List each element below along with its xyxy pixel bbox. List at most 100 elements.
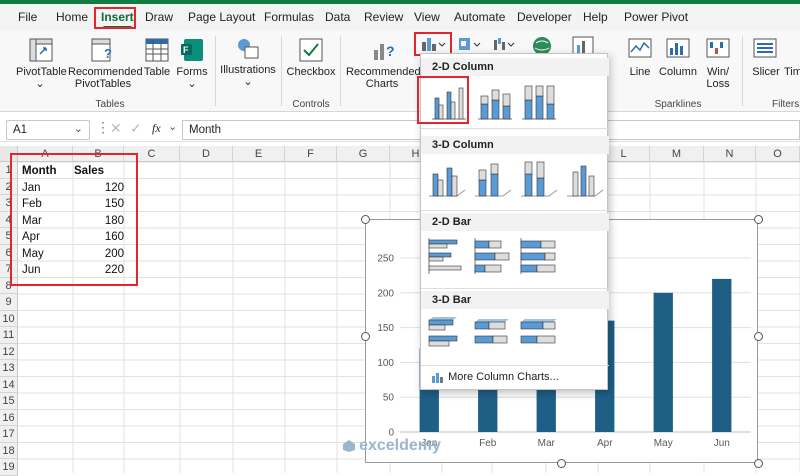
clustered-column-highlight [417, 76, 469, 124]
waterfall-chart-icon [494, 38, 515, 50]
3d-100-stacked-column-option[interactable] [519, 158, 559, 198]
3d-100-stacked-bar-option[interactable] [519, 314, 559, 354]
chart-resize-handle[interactable] [361, 332, 370, 341]
menu-draw[interactable]: Draw [145, 10, 173, 24]
recommended-charts-icon: ? [374, 43, 395, 60]
slicer-icon [753, 38, 777, 58]
insert-function-button[interactable]: fx [152, 121, 161, 136]
menu-view[interactable]: View [414, 10, 440, 24]
sparkline-line-icon [628, 38, 652, 58]
x-tick-label: Feb [479, 438, 497, 449]
menu-developer[interactable]: Developer [517, 10, 572, 24]
illustrations-icon [238, 39, 259, 59]
recommended-pivot-label-1: Recommended [68, 66, 143, 78]
name-box-chevron-icon[interactable]: ⌄ [74, 122, 83, 135]
100-stacked-column-option[interactable] [519, 82, 559, 122]
column-header[interactable]: D [180, 146, 233, 162]
recommended-pivot-label-2: PivotTables [74, 78, 132, 90]
dropdown-divider [421, 210, 609, 211]
recommended-charts-label-1: Recommended [346, 66, 421, 78]
x-tick-label: May [654, 438, 673, 449]
menu-review[interactable]: Review [364, 10, 403, 24]
formula-content: Month [189, 124, 221, 136]
3d-column-option[interactable] [565, 158, 605, 198]
menu-page-layout[interactable]: Page Layout [188, 10, 255, 24]
formula-bar-dots-icon: ⋮ [96, 119, 110, 135]
row-header[interactable]: 9 [0, 294, 18, 311]
column-header[interactable]: F [285, 146, 337, 162]
3d-clustered-column-option[interactable] [427, 158, 467, 198]
column-header[interactable]: O [756, 146, 800, 162]
clustered-bar-option[interactable] [427, 236, 467, 276]
stacked-column-option[interactable] [475, 82, 515, 122]
chart-resize-handle[interactable] [754, 215, 763, 224]
column-header[interactable]: E [233, 146, 285, 162]
sparklines-group-label: Sparklines [654, 99, 702, 110]
x-tick-label: Mar [538, 438, 556, 449]
checkbox-icon [299, 38, 323, 62]
recommended-charts-label-2: Charts [365, 78, 399, 90]
chart-resize-handle[interactable] [754, 332, 763, 341]
stacked-bar-option[interactable] [473, 236, 513, 276]
menu-file[interactable]: File [18, 10, 37, 24]
3d-stacked-bar-option[interactable] [473, 314, 513, 354]
row-header[interactable]: 11 [0, 327, 18, 344]
ribbon-separator [742, 36, 743, 106]
dropdown-divider [421, 365, 609, 366]
3d-stacked-column-option[interactable] [473, 158, 513, 198]
row-header[interactable]: 10 [0, 310, 18, 327]
formula-bar: A1 ⌄ ⋮ ✕ ✓ fx ⌄ Month [0, 118, 800, 142]
row-header[interactable]: 18 [0, 442, 18, 459]
illustrations-label: Illustrations [220, 64, 276, 76]
menu-data[interactable]: Data [325, 10, 350, 24]
100-stacked-bar-option[interactable] [519, 236, 559, 276]
pivottable-label: PivotTable [16, 66, 67, 78]
insert-tab-highlight [94, 7, 136, 29]
menu-power-pivot[interactable]: Power Pivot [624, 10, 688, 24]
name-box[interactable]: A1 ⌄ [6, 120, 90, 140]
menu-formulas[interactable]: Formulas [264, 10, 314, 24]
slicer-label: Slicer [752, 66, 780, 78]
row-header[interactable]: 17 [0, 426, 18, 443]
chart-resize-handle[interactable] [557, 459, 566, 468]
more-column-charts-link[interactable]: More Column Charts... [431, 371, 559, 387]
forms-chevron-icon: ⌄ [187, 78, 197, 90]
fx-chevron-icon[interactable]: ⌄ [168, 120, 177, 133]
table-label: Table [143, 66, 171, 78]
row-header[interactable]: 13 [0, 360, 18, 377]
sparkline-line-label: Line [629, 66, 651, 78]
more-column-charts-label: More Column Charts... [448, 371, 559, 384]
row-header[interactable]: 12 [0, 343, 18, 360]
cancel-icon[interactable]: ✕ [110, 120, 122, 137]
svg-text:F: F [183, 45, 189, 55]
svg-text:?: ? [386, 43, 395, 59]
sparkline-winloss-icon [706, 38, 730, 58]
row-header[interactable]: 14 [0, 376, 18, 393]
column-header[interactable]: M [650, 146, 704, 162]
column-header[interactable]: G [337, 146, 390, 162]
y-tick-label: 100 [377, 358, 394, 369]
sparkline-column-icon [666, 38, 690, 58]
chart-resize-handle[interactable] [361, 215, 370, 224]
menu-help[interactable]: Help [583, 10, 608, 24]
row-header[interactable]: 15 [0, 393, 18, 410]
ribbon-separator [215, 36, 216, 106]
y-tick-label: 50 [383, 393, 395, 404]
menu-automate[interactable]: Automate [454, 10, 505, 24]
x-tick-label: Apr [597, 438, 613, 449]
row-header[interactable]: 19 [0, 459, 18, 476]
row-header[interactable]: 16 [0, 409, 18, 426]
ribbon-separator [281, 36, 282, 106]
chart-resize-handle[interactable] [754, 459, 763, 468]
y-tick-label: 150 [377, 323, 394, 334]
filters-group-label: Filters [772, 99, 800, 110]
data-range-highlight [10, 153, 138, 286]
sparkline-column-label: Column [659, 66, 697, 78]
enter-icon[interactable]: ✓ [130, 120, 142, 137]
watermark: exceldemy [342, 437, 441, 455]
svg-text:?: ? [104, 46, 112, 61]
y-tick-label: 250 [377, 254, 394, 265]
column-header[interactable]: N [704, 146, 756, 162]
menu-home[interactable]: Home [56, 10, 88, 24]
3d-clustered-bar-option[interactable] [427, 314, 467, 354]
